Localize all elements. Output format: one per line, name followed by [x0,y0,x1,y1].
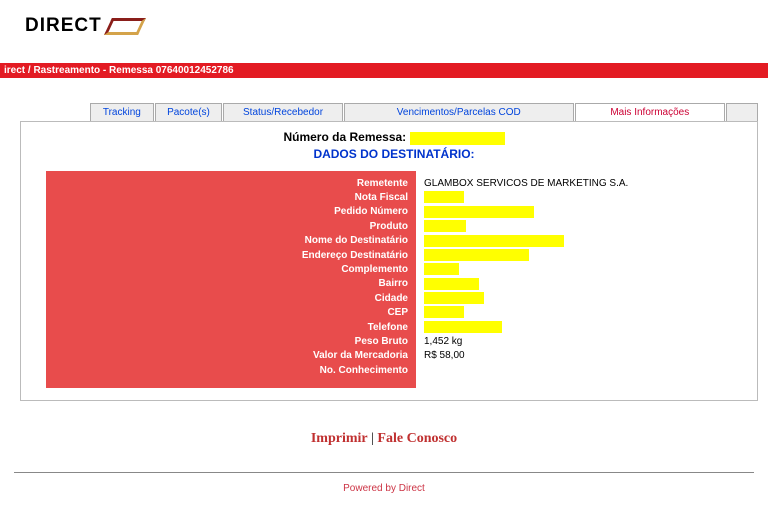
value-produto [424,220,742,234]
subtitle: DADOS DO DESTINATÁRIO: [46,147,742,161]
logo-icon [104,18,146,35]
value-peso: 1,452 kg [424,335,742,349]
label-cidade: Cidade [46,292,408,306]
footer-links: Imprimir | Fale Conosco [10,431,758,447]
data-block: Remetente Nota Fiscal Pedido Número Prod… [46,171,742,388]
redacted-icon [424,292,484,304]
redacted-icon [424,191,464,203]
content-card: Número da Remessa: DADOS DO DESTINATÁRIO… [20,121,758,401]
redacted-icon [424,321,502,333]
header: DIRECT [0,0,768,63]
value-pedido [424,205,742,219]
redacted-icon [424,220,466,232]
value-conhecimento [424,364,742,378]
label-peso: Peso Bruto [46,335,408,349]
tab-extra[interactable] [726,103,758,121]
value-complemento [424,263,742,277]
label-complemento: Complemento [46,263,408,277]
values-column: GLAMBOX SERVICOS DE MARKETING S.A. 1,452… [416,171,742,388]
redacted-icon [424,306,464,318]
value-endereco [424,249,742,263]
label-telefone: Telefone [46,321,408,335]
breadcrumb: irect / Rastreamento - Remessa 076400124… [0,63,768,78]
value-nota [424,191,742,205]
label-conhecimento: No. Conhecimento [46,364,408,378]
label-remetente: Remetente [46,177,408,191]
value-cep [424,306,742,320]
value-bairro [424,277,742,291]
redacted-icon [424,235,564,247]
value-remetente: GLAMBOX SERVICOS DE MARKETING S.A. [424,177,742,191]
value-telefone [424,321,742,335]
label-cep: CEP [46,306,408,320]
title-value-redacted [410,132,505,145]
label-endereco: Endereço Destinatário [46,249,408,263]
value-nome [424,234,742,248]
label-produto: Produto [46,220,408,234]
label-bairro: Bairro [46,277,408,291]
logo: DIRECT [25,15,768,37]
title-row: Número da Remessa: [46,130,742,145]
label-valor: Valor da Mercadoria [46,349,408,363]
redacted-icon [424,278,479,290]
tab-status[interactable]: Status/Recebedor [223,103,343,121]
page-body: Tracking Pacote(s) Status/Recebedor Venc… [0,78,768,504]
tab-vencimentos[interactable]: Vencimentos/Parcelas COD [344,103,574,121]
tab-tracking[interactable]: Tracking [90,103,154,121]
tab-pacotes[interactable]: Pacote(s) [155,103,223,121]
value-valor: R$ 58,00 [424,349,742,363]
labels-column: Remetente Nota Fiscal Pedido Número Prod… [46,171,416,388]
label-nome: Nome do Destinatário [46,234,408,248]
value-cidade [424,292,742,306]
tab-bar: Tracking Pacote(s) Status/Recebedor Venc… [90,103,758,121]
contact-link[interactable]: Fale Conosco [377,431,457,446]
label-pedido: Pedido Número [46,205,408,219]
powered-by: Powered by Direct [10,483,758,494]
redacted-icon [424,263,459,275]
logo-text: DIRECT [25,15,102,37]
tab-mais-informacoes[interactable]: Mais Informações [575,103,725,121]
label-nota: Nota Fiscal [46,191,408,205]
divider [14,472,754,473]
redacted-icon [424,249,529,261]
title-label: Número da Remessa: [283,130,409,144]
print-link[interactable]: Imprimir [311,431,368,446]
redacted-icon [424,206,534,218]
